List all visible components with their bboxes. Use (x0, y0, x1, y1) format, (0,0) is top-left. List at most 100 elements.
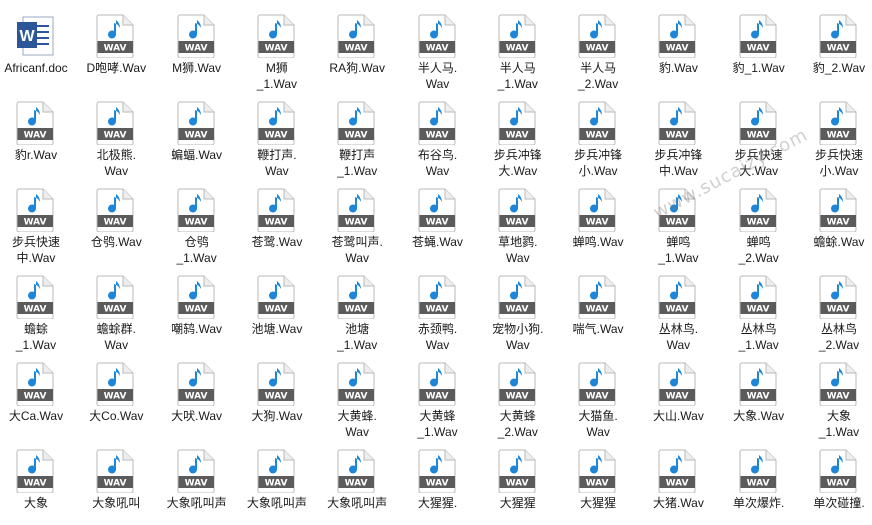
svg-text:WAV: WAV (505, 392, 528, 402)
wav-file-item[interactable]: WAV 大象 (0, 439, 76, 525)
svg-text:WAV: WAV (264, 392, 287, 402)
wav-audio-file-icon: WAV (497, 14, 537, 58)
wav-file-item[interactable]: WAV 赤颈鸭. Wav (398, 265, 478, 352)
wav-file-item[interactable]: WAV 苍蝇.Wav (398, 178, 478, 264)
svg-text:WAV: WAV (586, 218, 609, 228)
wav-file-item[interactable]: WAV 蝉鸣.Wav (558, 178, 638, 264)
wav-audio-file-icon: WAV (95, 188, 135, 232)
wav-file-item[interactable]: WAV 丛林鸟. Wav (638, 265, 718, 352)
file-name-label: D咆哮.Wav (86, 61, 147, 75)
wav-audio-file-icon: WAV (417, 449, 457, 493)
wav-audio-file-icon: WAV (577, 449, 617, 493)
svg-text:WAV: WAV (827, 131, 850, 141)
wav-file-item[interactable]: WAV 丛林鸟 _1.Wav (719, 265, 799, 352)
file-name-label: 步兵冲锋 大.Wav (493, 148, 542, 178)
wav-file-item[interactable]: WAV 大象 _1.Wav (799, 352, 872, 439)
wav-file-item[interactable]: WAV 蝉鸣 _1.Wav (638, 178, 718, 265)
wav-audio-file-icon: WAV (738, 14, 778, 58)
wav-audio-file-icon: WAV (738, 362, 778, 406)
wav-file-item[interactable]: WAV 大象吼叫声 (317, 439, 397, 525)
wav-file-item[interactable]: WAV 大象吼叫 (76, 439, 156, 525)
wav-file-item[interactable]: WAV 仓鸮.Wav (76, 178, 156, 264)
wav-file-item[interactable]: WAV D咆哮.Wav (76, 4, 156, 90)
wav-file-item[interactable]: WAV 苍鹭.Wav (237, 178, 317, 264)
wav-file-item[interactable]: WAV 步兵冲锋 小.Wav (558, 91, 638, 178)
file-name-label: 步兵快速 大.Wav (734, 148, 783, 178)
file-name-label: 大黄蜂 _2.Wav (497, 409, 538, 439)
wav-file-item[interactable]: WAV 大黄蜂 _2.Wav (478, 352, 558, 439)
wav-file-item[interactable]: WAV M狮.Wav (157, 4, 237, 90)
wav-file-item[interactable]: WAV 豹.Wav (638, 4, 718, 90)
wav-file-item[interactable]: WAV RA狗.Wav (317, 4, 397, 90)
file-name-label: 步兵快速 中.Wav (11, 235, 60, 265)
wav-file-item[interactable]: WAV 宠物小狗. Wav (478, 265, 558, 352)
svg-text:WAV: WAV (425, 479, 448, 489)
wav-file-item[interactable]: WAV 草地鹨. Wav (478, 178, 558, 265)
wav-file-item[interactable]: WAV 大象吼叫声 (157, 439, 237, 525)
wav-file-item[interactable]: WAV 步兵冲锋 中.Wav (638, 91, 718, 178)
file-name-label: 大猩猩 (499, 496, 536, 510)
svg-text:WAV: WAV (184, 44, 207, 54)
wav-file-item[interactable]: WAV 蟾蜍群. Wav (76, 265, 156, 352)
wav-file-item[interactable]: WAV 鞭打声 _1.Wav (317, 91, 397, 178)
wav-file-item[interactable]: WAV 半人马. Wav (398, 4, 478, 91)
wav-file-item[interactable]: WAV 蟾蜍.Wav (799, 178, 872, 264)
wav-file-item[interactable]: WAV 大猪.Wav (638, 439, 718, 525)
wav-audio-file-icon: WAV (15, 275, 55, 319)
wav-audio-file-icon: WAV (336, 14, 376, 58)
file-name-label: 大象.Wav (733, 409, 785, 423)
wav-file-item[interactable]: WAV 大Ca.Wav (0, 352, 76, 438)
wav-file-item[interactable]: WAV 大Co.Wav (76, 352, 156, 438)
wav-file-item[interactable]: WAV 蝉鸣 _2.Wav (719, 178, 799, 265)
wav-audio-file-icon: WAV (738, 449, 778, 493)
wav-file-item[interactable]: WAV 步兵快速 大.Wav (719, 91, 799, 178)
wav-file-item[interactable]: WAV 大猩猩. (398, 439, 478, 525)
svg-text:WAV: WAV (264, 218, 287, 228)
file-name-label: 丛林鸟 _2.Wav (818, 322, 860, 352)
wav-file-item[interactable]: WAV 大吠.Wav (157, 352, 237, 438)
wav-file-item[interactable]: WAV 豹_2.Wav (799, 4, 872, 90)
wav-file-item[interactable]: WAV 大黄蜂 _1.Wav (398, 352, 478, 439)
wav-file-item[interactable]: WAV 单次爆炸. (719, 439, 799, 525)
wav-file-item[interactable]: WAV 嘲鸫.Wav (157, 265, 237, 351)
wav-audio-file-icon: WAV (256, 14, 296, 58)
wav-file-item[interactable]: WAV 大猩猩 (558, 439, 638, 525)
wav-file-item[interactable]: WAV 豹r.Wav (0, 91, 76, 177)
wav-file-item[interactable]: WAV 步兵冲锋 大.Wav (478, 91, 558, 178)
wav-file-item[interactable]: WAV 单次碰撞. (799, 439, 872, 525)
file-name-label: M狮.Wav (172, 61, 222, 75)
wav-file-item[interactable]: WAV 喘气.Wav (558, 265, 638, 351)
wav-file-item[interactable]: WAV 池塘.Wav (237, 265, 317, 351)
wav-file-item[interactable]: WAV M狮 _1.Wav (237, 4, 317, 91)
wav-file-item[interactable]: WAV 半人马 _2.Wav (558, 4, 638, 91)
wav-file-item[interactable]: WAV 半人马 _1.Wav (478, 4, 558, 91)
wav-file-item[interactable]: WAV 鞭打声. Wav (237, 91, 317, 178)
svg-text:WAV: WAV (345, 131, 368, 141)
wav-file-item[interactable]: WAV 蟾蜍 _1.Wav (0, 265, 76, 352)
wav-file-item[interactable]: WAV 大象.Wav (719, 352, 799, 438)
wav-file-item[interactable]: WAV 步兵快速 中.Wav (0, 178, 76, 265)
wav-file-item[interactable]: WAV 大山.Wav (638, 352, 718, 438)
wav-file-item[interactable]: WAV 布谷鸟. Wav (398, 91, 478, 178)
wav-file-item[interactable]: WAV 仓鸮 _1.Wav (157, 178, 237, 265)
wav-audio-file-icon: WAV (256, 101, 296, 145)
wav-file-item[interactable]: WAV 大猫鱼. Wav (558, 352, 638, 439)
wav-file-item[interactable]: WAV 大猩猩 (478, 439, 558, 525)
wav-file-item[interactable]: WAV 大黄蜂. Wav (317, 352, 397, 439)
wav-file-item[interactable]: WAV 大象吼叫声 (237, 439, 317, 525)
wav-file-item[interactable]: WAV 大狗.Wav (237, 352, 317, 438)
svg-text:WAV: WAV (184, 392, 207, 402)
wav-file-item[interactable]: WAV 豹_1.Wav (719, 4, 799, 90)
wav-file-item[interactable]: WAV 蝙蝠.Wav (157, 91, 237, 177)
wav-audio-file-icon: WAV (738, 188, 778, 232)
wav-audio-file-icon: WAV (818, 275, 858, 319)
file-name-label: 大吠.Wav (171, 409, 223, 423)
doc-file-item[interactable]: W Africanf.doc (0, 4, 76, 90)
wav-file-item[interactable]: WAV 北极熊. Wav (76, 91, 156, 178)
wav-file-item[interactable]: WAV 池塘 _1.Wav (317, 265, 397, 352)
wav-file-item[interactable]: WAV 苍鹭叫声. Wav (317, 178, 397, 265)
file-name-label: 蝉鸣 _2.Wav (738, 235, 779, 265)
svg-text:W: W (19, 28, 35, 45)
wav-file-item[interactable]: WAV 丛林鸟 _2.Wav (799, 265, 872, 352)
wav-file-item[interactable]: WAV 步兵快速 小.Wav (799, 91, 872, 178)
